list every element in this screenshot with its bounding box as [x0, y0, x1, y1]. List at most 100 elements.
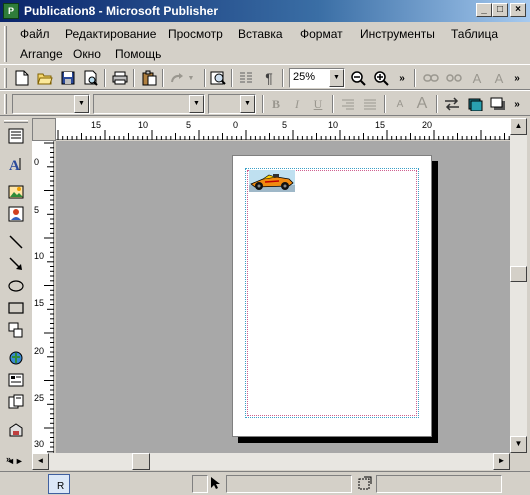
ruler-label: 10 [138, 120, 149, 130]
shadow-icon[interactable] [488, 94, 508, 114]
scroll-right-icon[interactable]: ► [493, 453, 510, 470]
ruler-label: 20 [422, 120, 433, 130]
menu-tools[interactable]: Инструменты [360, 27, 435, 41]
scroll-up-icon[interactable]: ▲ [510, 118, 527, 135]
new-icon[interactable] [12, 68, 32, 88]
pilcrow-icon[interactable]: ¶ [259, 68, 279, 88]
publisher-app-icon[interactable]: P [3, 3, 19, 19]
line-tool-icon[interactable] [6, 232, 26, 252]
menu-file[interactable]: Файл [20, 27, 50, 41]
status-panel [192, 475, 208, 493]
autoshapes-tool-icon[interactable] [6, 320, 26, 340]
scroll-down-icon[interactable]: ▼ [510, 436, 527, 453]
zoom-select[interactable]: 25% ▼ [289, 68, 345, 88]
publication-canvas[interactable] [56, 141, 510, 453]
vertical-ruler[interactable]: 0 5 10 15 20 25 30 [32, 141, 54, 453]
html-fragment-tool-icon[interactable] [6, 392, 26, 412]
design-gallery-tool-icon[interactable] [6, 420, 26, 440]
columns-icon[interactable] [236, 68, 256, 88]
picture-frame-tool-icon[interactable] [6, 182, 26, 202]
menu-edit[interactable]: Редактирование [65, 27, 156, 41]
horizontal-scrollbar[interactable]: ◄ ► [32, 453, 510, 470]
increase-font-icon[interactable]: A [412, 94, 432, 114]
rectangle-tool-icon[interactable] [6, 298, 26, 318]
print-preview-icon[interactable] [81, 68, 101, 88]
toolbar-grip[interactable] [4, 68, 7, 88]
paste-icon[interactable] [139, 68, 159, 88]
justify-icon[interactable] [360, 94, 380, 114]
publication-page[interactable] [232, 155, 432, 437]
minimize-button[interactable]: _ [476, 3, 492, 17]
nav-arrows-icon[interactable]: ◄► [6, 456, 24, 466]
toolbar-separator [104, 69, 106, 87]
chevron-down-icon[interactable]: ▼ [74, 95, 89, 113]
toolbar-overflow-icon[interactable]: » [511, 68, 523, 88]
line-spacing-icon[interactable] [442, 94, 462, 114]
close-button[interactable]: × [510, 3, 526, 17]
menu-help[interactable]: Помощь [115, 47, 161, 61]
style-select[interactable]: ▼ [12, 94, 90, 114]
menu-arrange[interactable]: Arrange [20, 47, 63, 61]
toolbar-overflow-icon[interactable]: » [396, 68, 408, 88]
vertical-scroll-thumb[interactable] [510, 266, 527, 282]
unlink-icon[interactable] [444, 68, 464, 88]
redo-dropdown-icon[interactable]: ▼ [186, 68, 196, 88]
horizontal-scroll-thumb[interactable] [132, 453, 150, 470]
toolbar-separator [262, 95, 264, 113]
link-icon[interactable] [421, 68, 441, 88]
toolbar-separator [231, 69, 233, 87]
open-icon[interactable] [35, 68, 55, 88]
font-select[interactable]: ▼ [93, 94, 205, 114]
zoom-value: 25% [293, 71, 316, 83]
toolbar-grip[interactable] [4, 120, 28, 123]
decrease-font-icon[interactable]: A [390, 94, 410, 114]
race-car-clip-art[interactable] [249, 170, 295, 192]
toolbar-separator [384, 95, 386, 113]
toolbar-overflow-icon[interactable]: » [511, 94, 523, 114]
maximize-button[interactable]: □ [492, 3, 508, 17]
menu-grip[interactable] [4, 26, 7, 62]
form-control-tool-icon[interactable] [6, 370, 26, 390]
pointer-tool-icon[interactable] [6, 126, 26, 146]
hot-spot-tool-icon[interactable] [6, 348, 26, 368]
align-right-icon[interactable] [338, 94, 358, 114]
page-indicator[interactable]: R [48, 474, 70, 494]
scroll-left-icon[interactable]: ◄ [32, 453, 49, 470]
chevron-down-icon[interactable]: ▼ [240, 95, 255, 113]
toolbar-grip[interactable] [4, 94, 7, 114]
insert-picture-icon[interactable] [208, 68, 228, 88]
menu-view[interactable]: Просмотр [168, 27, 223, 41]
cursor-position-icon [210, 476, 220, 493]
menu-window[interactable]: Окно [73, 47, 101, 61]
italic-icon[interactable]: I [287, 94, 307, 114]
toolbar-separator [133, 69, 135, 87]
oval-tool-icon[interactable] [6, 276, 26, 296]
ruler-label: 5 [282, 120, 288, 130]
text-style-icon[interactable]: A [467, 68, 487, 88]
bold-icon[interactable]: B [266, 94, 286, 114]
zoom-out-icon[interactable] [348, 68, 368, 88]
toolbar-separator [332, 95, 334, 113]
chevron-down-icon[interactable]: ▼ [189, 95, 204, 113]
menu-table[interactable]: Таблица [451, 27, 498, 41]
print-icon[interactable] [110, 68, 130, 88]
arrow-tool-icon[interactable] [6, 254, 26, 274]
save-icon[interactable] [58, 68, 78, 88]
redo-icon[interactable] [168, 68, 188, 88]
horizontal-ruler[interactable]: 15 10 5 0 5 10 15 20 [56, 118, 510, 140]
zoom-in-icon[interactable] [371, 68, 391, 88]
scrollbar-corner [510, 453, 527, 470]
toolbar-separator [162, 69, 164, 87]
clip-art-tool-icon[interactable] [6, 204, 26, 224]
chevron-down-icon[interactable]: ▼ [329, 69, 344, 87]
text-box-tool-icon[interactable]: A [6, 154, 26, 174]
fill-color-icon[interactable] [465, 94, 485, 114]
font-size-select[interactable]: ▼ [208, 94, 256, 114]
text-color-icon[interactable]: A [489, 68, 509, 88]
standard-toolbar: ▼ ¶ 25% ▼ » A A » [0, 64, 530, 90]
underline-icon[interactable]: U [308, 94, 328, 114]
vertical-scrollbar[interactable]: ▲ ▼ [510, 118, 527, 453]
ruler-corner[interactable] [32, 118, 56, 141]
menu-format[interactable]: Формат [300, 27, 343, 41]
menu-insert[interactable]: Вставка [238, 27, 283, 41]
